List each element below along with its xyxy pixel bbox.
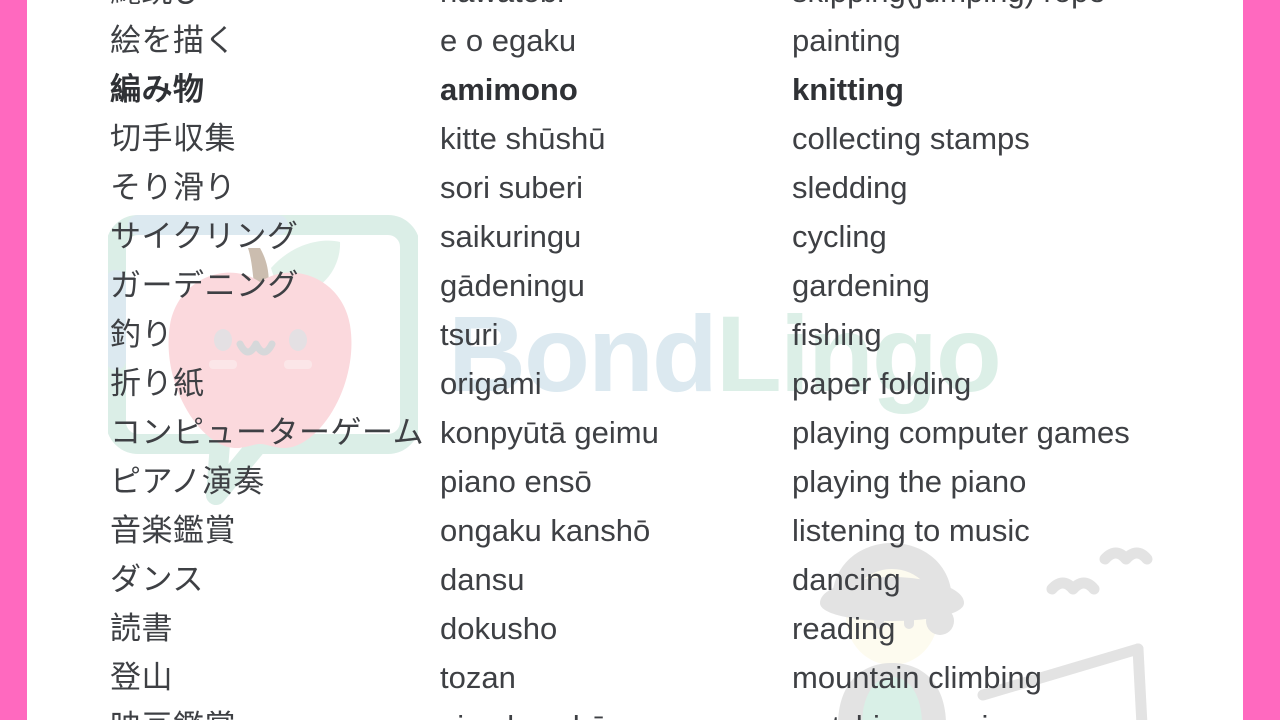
cell-romaji: e o egaku [440,23,577,58]
cell-romaji: tozan [440,660,516,695]
cell-japanese: 映画鑑賞 [110,702,236,720]
cell-romaji: tsuri [440,317,499,352]
cell-english: painting [792,23,901,58]
cell-japanese: 縄跳び [110,0,205,16]
cell-japanese: 登山 [110,660,173,695]
cell-english: playing the piano [792,464,1027,499]
vocabulary-table: 縄跳び nawatobi skipping(jumping) rope 絵を描く e o… [27,0,1243,720]
cell-japanese: 釣り [110,317,173,352]
cell-romaji: konpyūtā geimu [440,415,659,450]
cell-english: collecting stamps [792,121,1030,156]
cell-japanese: サイクリング [110,219,299,254]
cell-romaji: ongaku kanshō [440,513,651,548]
table-row: ピアノ演奏 piano ensō playing the piano [27,457,1243,506]
cell-japanese: 読書 [110,611,173,646]
cell-japanese: 絵を描く [110,23,236,58]
content-sheet: 縄跳び nawatobi skipping(jumping) rope 絵を描く e o… [27,0,1243,720]
table-row: 縄跳び nawatobi skipping(jumping) rope [27,0,1243,16]
cell-japanese: ダンス [110,562,204,597]
table-row: ガーデニング gādeningu gardening [27,261,1243,310]
table-row: 絵を描く e o egaku painting [27,16,1243,65]
cell-romaji: amimono [440,72,578,107]
table-row: 切手収集 kitte shūshū collecting stamps [27,114,1243,163]
cell-romaji: dokusho [440,611,558,646]
cell-english: cycling [792,219,887,254]
table-row: 映画鑑賞 eiga kanshō watching movies [27,702,1243,720]
cell-english: paper folding [792,366,972,401]
cell-english: knitting [792,72,904,107]
table-row: サイクリング saikuringu cycling [27,212,1243,261]
table-row: 登山 tozan mountain climbing [27,653,1243,702]
cell-japanese: コンピューターゲーム [110,415,425,450]
left-pink-border [0,0,27,720]
table-row: 読書 dokusho reading [27,604,1243,653]
table-row: 編み物 amimono knitting [27,65,1243,114]
cell-english: fishing [792,317,882,352]
table-row: 釣り tsuri fishing [27,310,1243,359]
cell-english: sledding [792,170,908,205]
right-pink-border [1243,0,1280,720]
cell-romaji: saikuringu [440,219,582,254]
cell-english: mountain climbing [792,660,1042,695]
cell-romaji: piano ensō [440,464,592,499]
table-row: 音楽鑑賞 ongaku kanshō listening to music [27,506,1243,555]
cell-japanese: ピアノ演奏 [110,464,265,499]
table-row: コンピューターゲーム konpyūtā geimu playing computer… [27,408,1243,457]
table-row: ダンス dansu dancing [27,555,1243,604]
cell-english: skipping(jumping) rope [792,0,1106,16]
cell-japanese: 音楽鑑賞 [110,513,236,548]
cell-japanese: 編み物 [110,72,205,107]
cell-japanese: そり滑り [110,170,236,205]
cell-english: reading [792,611,896,646]
cell-romaji: gādeningu [440,268,585,303]
cell-english: playing computer games [792,415,1130,450]
cell-english: listening to music [792,513,1030,548]
table-row: 折り紙 origami paper folding [27,359,1243,408]
cell-romaji: kitte shūshū [440,121,606,156]
page-root: BondLingo 絵を描く e o egaku painting 編み物 am… [0,0,1280,720]
cell-japanese: 折り紙 [110,366,205,401]
cell-romaji: dansu [440,562,525,597]
cell-romaji: origami [440,366,542,401]
cell-japanese: ガーデニング [110,268,299,303]
cell-romaji: eiga kanshō [440,702,607,720]
cell-romaji: sori suberi [440,170,583,205]
cell-english: gardening [792,268,930,303]
cell-romaji: nawatobi [440,0,564,16]
cell-english: dancing [792,562,901,597]
cell-japanese: 切手収集 [110,121,236,156]
cell-english: watching movies [792,702,1021,720]
table-row: そり滑り sori suberi sledding [27,163,1243,212]
